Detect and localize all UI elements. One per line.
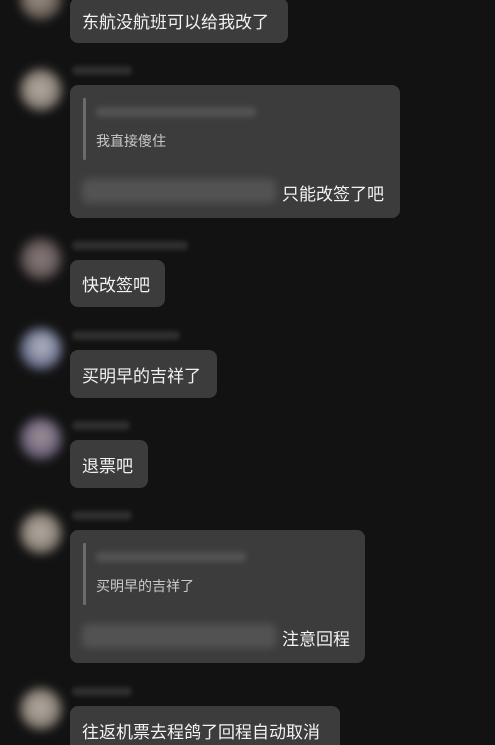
message-text: 快改签吧 bbox=[82, 276, 150, 296]
quote-bar bbox=[83, 98, 86, 160]
message-text: 往返机票去程鸽了回程自动取消 bbox=[82, 722, 320, 743]
avatar[interactable] bbox=[20, 69, 62, 111]
quoted-sender-name bbox=[96, 552, 246, 562]
avatar[interactable] bbox=[20, 688, 62, 730]
message-bubble[interactable]: 退票吧 bbox=[70, 440, 148, 488]
message-bubble[interactable]: 买明早的吉祥了 bbox=[70, 350, 217, 398]
quoted-sender-name bbox=[96, 107, 256, 117]
sender-name bbox=[72, 331, 180, 340]
mention-tag[interactable] bbox=[82, 624, 276, 648]
sender-name bbox=[72, 241, 188, 250]
message-bubble[interactable]: 往返机票去程鸽了回程自动取消 bbox=[70, 706, 340, 745]
avatar[interactable] bbox=[20, 0, 62, 20]
message-text: 东航没航班可以给我改了 bbox=[82, 13, 269, 33]
message-text: 买明早的吉祥了 bbox=[82, 366, 201, 387]
message-bubble[interactable]: 快改签吧 bbox=[70, 260, 165, 307]
avatar[interactable] bbox=[20, 418, 62, 460]
quote-bar bbox=[83, 543, 86, 605]
sender-name bbox=[72, 421, 130, 430]
sender-name bbox=[72, 66, 132, 75]
quoted-message-text: 买明早的吉祥了 bbox=[96, 579, 194, 595]
message-bubble[interactable]: 东航没航班可以给我改了 bbox=[70, 0, 288, 43]
reply-message-bubble[interactable]: 我直接傻住 只能改签了吧 bbox=[70, 85, 400, 218]
message-text: 退票吧 bbox=[82, 456, 133, 477]
avatar[interactable] bbox=[20, 512, 62, 554]
avatar[interactable] bbox=[20, 238, 62, 280]
message-text: 只能改签了吧 bbox=[282, 185, 384, 205]
sender-name bbox=[72, 511, 132, 520]
sender-name bbox=[72, 687, 132, 696]
avatar[interactable] bbox=[20, 328, 62, 370]
chat-message-list[interactable]: 东航没航班可以给我改了 我直接傻住 只能改签了吧 快改签吧 买明早的吉祥了 退票… bbox=[0, 0, 495, 745]
message-text: 注意回程 bbox=[282, 630, 350, 650]
quoted-message-text: 我直接傻住 bbox=[96, 134, 166, 150]
reply-message-bubble[interactable]: 买明早的吉祥了 注意回程 bbox=[70, 530, 365, 663]
mention-tag[interactable] bbox=[82, 179, 276, 203]
